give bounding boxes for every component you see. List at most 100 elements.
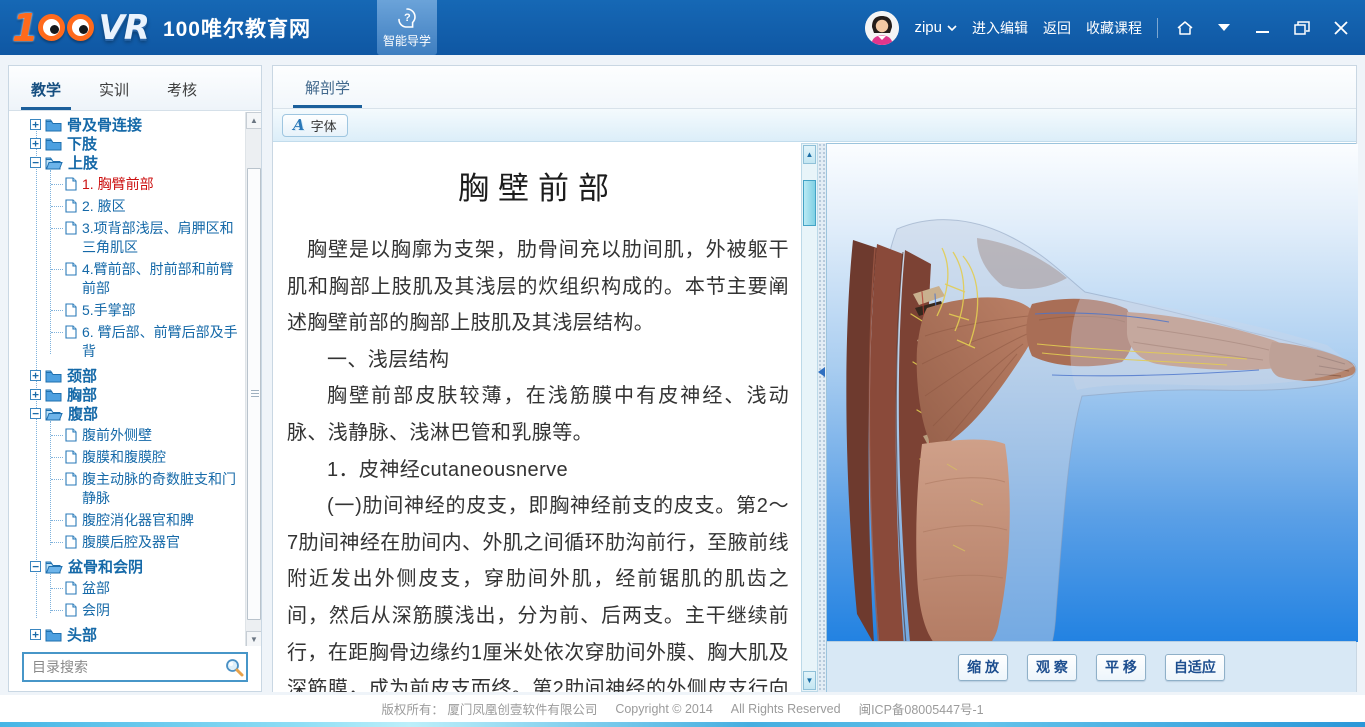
collapse-icon[interactable]: − — [30, 157, 41, 168]
tree-folder[interactable]: + 颈部 — [9, 366, 244, 385]
home-button[interactable] — [1173, 15, 1197, 41]
title-bar: 1 VR 100唯尔教育网 ? 智能导学 — [0, 0, 1365, 55]
scroll-down-button[interactable]: ▼ — [803, 671, 816, 690]
scrollbar-thumb[interactable] — [247, 168, 261, 620]
viewer-controls: 缩 放观 察平 移自适应 — [827, 641, 1356, 692]
maximize-button[interactable] — [1290, 15, 1314, 41]
font-button-label: 字体 — [311, 116, 337, 135]
copyright-text: 闽ICP备08005447号-1 — [859, 699, 984, 718]
expand-icon[interactable]: + — [30, 119, 41, 130]
tree-folder-label: 颈部 — [67, 365, 97, 386]
tree-item[interactable]: 5.手掌部 — [9, 301, 244, 320]
tree-item[interactable]: 腹主动脉的奇数脏支和门静脉 — [9, 470, 244, 508]
sidebar: 教学实训考核 + 骨及骨连接+下肢 − 上肢 1. 胸臂前部 2. 腋区 3.项背部浅层、肩… — [8, 65, 262, 692]
user-menu[interactable]: zipu — [914, 19, 957, 36]
tree-item[interactable]: 3.项背部浅层、肩胛区和三角肌区 — [9, 219, 244, 257]
tree-item-label: 腹腔消化器官和脾 — [82, 511, 194, 530]
expand-icon[interactable]: + — [30, 629, 41, 640]
footer: 版权所有： 厦门凤凰创壹软件有限公司Copyright © 2014All Ri… — [0, 695, 1365, 722]
tree-folder[interactable]: +胸部 — [9, 385, 244, 404]
tree-item[interactable]: 腹膜后腔及器官 — [9, 533, 244, 552]
expand-icon[interactable]: + — [30, 370, 41, 381]
page-icon — [65, 450, 77, 464]
tree-scrollbar[interactable]: ▲ ▼ — [245, 112, 261, 648]
panel-splitter[interactable] — [818, 143, 826, 692]
tree-folder-label: 骨及骨连接 — [67, 114, 142, 135]
tree-item-selected[interactable]: 1. 胸臂前部 — [9, 175, 244, 194]
copyright-text: All Rights Reserved — [731, 702, 841, 716]
article-title: 胸壁前部 — [287, 163, 789, 208]
sidebar-tab-training[interactable]: 实训 — [93, 79, 135, 110]
tree-item[interactable]: 4.臂前部、肘前部和前臂前部 — [9, 260, 244, 298]
tree-item[interactable]: 腹腔消化器官和脾 — [9, 511, 244, 530]
main-panel: 解剖学 A 字体 胸壁前部 胸壁是以胸廓为支架，肋骨间充以肋间肌，外被躯干肌和胸… — [272, 65, 1357, 692]
expand-icon[interactable]: + — [30, 389, 41, 400]
restore-icon — [1294, 21, 1310, 35]
tree-item[interactable]: 会阴 — [9, 601, 244, 620]
close-button[interactable] — [1329, 15, 1353, 41]
tree-folder-label: 盆骨和会阴 — [68, 556, 143, 577]
menu-dropdown-button[interactable] — [1212, 15, 1236, 41]
minimize-button[interactable] — [1251, 15, 1275, 41]
tree-children: 1. 胸臂前部 2. 腋区 3.项背部浅层、肩胛区和三角肌区4.臂前部、肘前部和前臂… — [9, 172, 244, 366]
back-link[interactable]: 返回 — [1043, 18, 1071, 38]
expand-icon[interactable]: + — [30, 138, 41, 149]
auto-fit-button[interactable]: 自适应 — [1165, 654, 1225, 681]
folder-closed-icon — [45, 369, 62, 383]
favorite-course-link[interactable]: 收藏课程 — [1086, 18, 1142, 38]
tab-anatomy[interactable]: 解剖学 — [295, 77, 360, 108]
tree-children: 盆部会阴 — [9, 576, 244, 625]
logo-vr-text: VR — [98, 8, 149, 48]
tree-folder[interactable]: + 头部 — [9, 625, 244, 644]
chevron-down-icon — [947, 25, 957, 31]
tree-folder[interactable]: − 上肢 — [9, 153, 244, 172]
collapse-icon[interactable]: − — [30, 561, 41, 572]
pan-button[interactable]: 平 移 — [1096, 654, 1146, 681]
tree-folder[interactable]: + 骨及骨连接 — [9, 115, 244, 134]
search-icon — [224, 657, 244, 677]
sidebar-tab-teaching[interactable]: 教学 — [25, 79, 67, 110]
tree-folder-label: 上肢 — [68, 152, 98, 173]
catalog-search-input[interactable] — [24, 659, 221, 675]
enter-edit-link[interactable]: 进入编辑 — [972, 18, 1028, 38]
tree-item[interactable]: 腹前外侧壁 — [9, 426, 244, 445]
page-icon — [65, 581, 77, 595]
tree-item[interactable]: 6. 臂后部、前臂后部及手背 — [9, 323, 244, 361]
font-button[interactable]: A 字体 — [282, 114, 348, 137]
course-tree: + 骨及骨连接+下肢 − 上肢 1. 胸臂前部 2. 腋区 3.项背部浅层、肩胛区和三角肌区… — [9, 112, 261, 648]
scroll-up-button[interactable]: ▲ — [803, 145, 816, 164]
sidebar-tab-assessment[interactable]: 考核 — [161, 79, 203, 110]
article-scrollbar[interactable]: ▲ ▼ — [801, 143, 818, 692]
scroll-up-button[interactable]: ▲ — [246, 112, 261, 129]
folder-closed-icon — [45, 137, 62, 151]
observe-button[interactable]: 观 察 — [1027, 654, 1077, 681]
tree-item-label: 6. 臂后部、前臂后部及手背 — [82, 323, 244, 361]
question-head-icon: ? — [396, 7, 418, 29]
tree-folder-label: 头部 — [67, 624, 97, 645]
scrollbar-thumb[interactable] — [803, 180, 816, 226]
collapse-icon[interactable]: − — [30, 408, 41, 419]
page-icon — [65, 428, 77, 442]
page-icon — [65, 199, 77, 213]
folder-closed-icon — [45, 388, 62, 402]
tree-folder[interactable]: −腹部 — [9, 404, 244, 423]
tree-item[interactable]: 盆部 — [9, 579, 244, 598]
page-icon — [65, 325, 77, 339]
smart-guide-label: 智能导学 — [383, 32, 431, 49]
tree-folder[interactable]: − 盆骨和会阴 — [9, 557, 244, 576]
article-paragraph: 1．皮神经cutaneousnerve — [287, 452, 789, 489]
tree-item-label: 1. 胸臂前部 — [82, 175, 154, 194]
caret-down-icon — [1218, 24, 1230, 32]
collapse-left-icon[interactable] — [818, 367, 825, 377]
page-icon — [65, 472, 77, 486]
model-3d-canvas[interactable] — [827, 144, 1356, 642]
username: zipu — [914, 19, 942, 36]
zoom-button[interactable]: 缩 放 — [958, 654, 1008, 681]
avatar[interactable] — [865, 11, 899, 45]
search-button[interactable] — [221, 657, 246, 677]
smart-guide-button[interactable]: ? 智能导学 — [377, 0, 437, 55]
tree-folder[interactable]: +下肢 — [9, 134, 244, 153]
folder-closed-icon — [45, 628, 62, 642]
tree-item[interactable]: 2. 腋区 — [9, 197, 244, 216]
tree-item[interactable]: 腹膜和腹膜腔 — [9, 448, 244, 467]
